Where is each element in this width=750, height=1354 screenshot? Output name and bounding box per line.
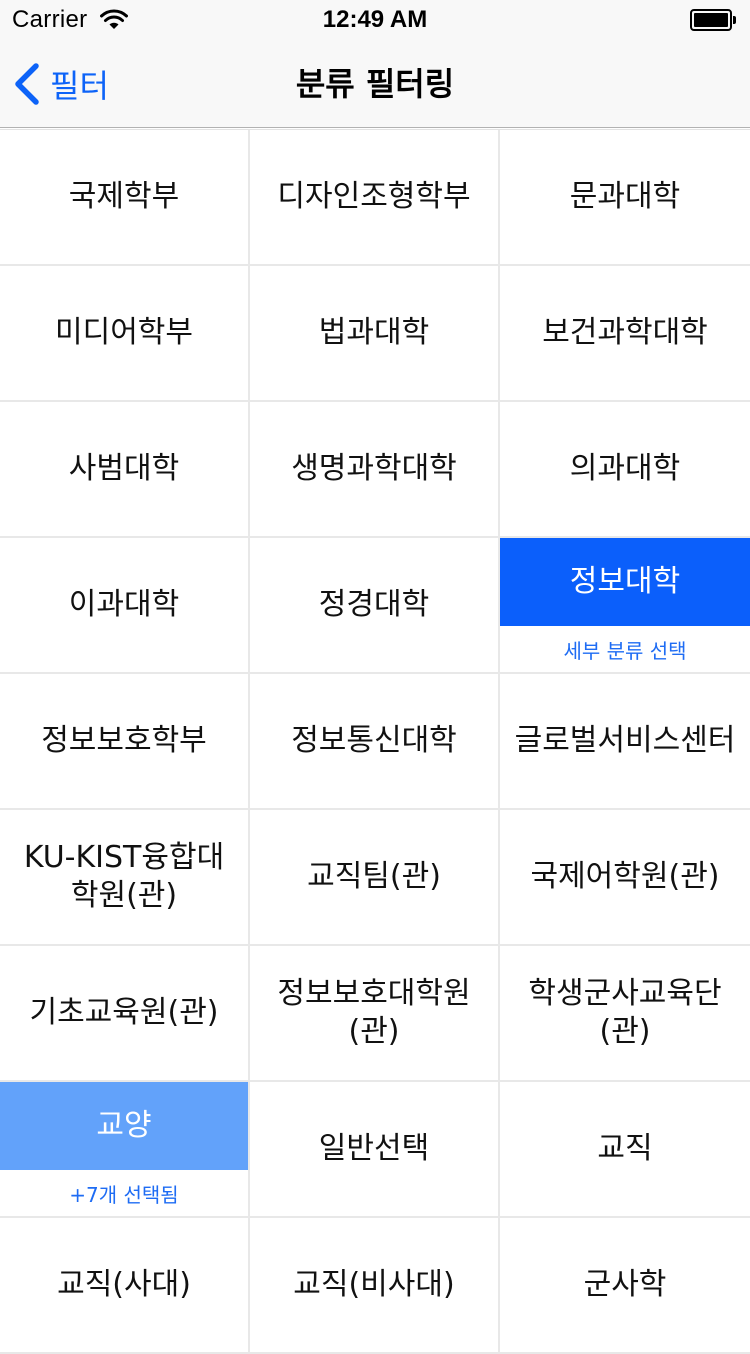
category-label: 일반선택 xyxy=(318,1131,430,1166)
category-label: 교직팀(관) xyxy=(307,859,441,894)
category-label: 의과대학 xyxy=(569,451,681,486)
category-label: KU-KIST융합대학원(관) xyxy=(23,840,225,913)
category-cell[interactable]: 미디어학부 xyxy=(0,266,250,402)
category-cell[interactable]: 학생군사교육단(관) xyxy=(500,946,750,1082)
category-label: 국제학부 xyxy=(68,179,180,214)
category-label: 디자인조형학부 xyxy=(277,179,471,214)
category-sub-label[interactable]: +7개 선택됨 xyxy=(0,1170,248,1216)
category-label: 미디어학부 xyxy=(55,315,193,350)
category-label: 국제어학원(관) xyxy=(530,859,720,894)
category-label: 사범대학 xyxy=(68,451,180,486)
category-label: 이과대학 xyxy=(68,587,180,622)
category-cell[interactable]: 의과대학 xyxy=(500,402,750,538)
category-label: 교직(사대) xyxy=(57,1267,191,1302)
category-grid: 국제학부 디자인조형학부 문과대학미디어학부 법과대학 보건과학대학사범대학 생명과학대학… xyxy=(0,129,750,1354)
status-bar: Carrier 12:49 AM xyxy=(0,0,750,40)
category-label: 생명과학대학 xyxy=(291,451,457,486)
category-cell[interactable]: KU-KIST융합대학원(관) xyxy=(0,810,250,946)
category-cell[interactable]: 일반선택 xyxy=(250,1082,500,1218)
category-label: 정경대학 xyxy=(318,587,430,622)
status-time: 12:49 AM xyxy=(322,6,428,33)
category-label: 보건과학대학 xyxy=(542,315,708,350)
category-label: 교양 xyxy=(0,1082,248,1170)
category-sub-label[interactable]: 세부 분류 선택 xyxy=(500,626,750,672)
category-label: 법과대학 xyxy=(318,315,430,350)
category-cell[interactable]: 정보대학 세부 분류 선택 xyxy=(500,538,750,674)
category-cell[interactable]: 국제학부 xyxy=(0,130,250,266)
category-label: 정보대학 xyxy=(500,538,750,626)
category-cell[interactable]: 디자인조형학부 xyxy=(250,130,500,266)
category-cell[interactable]: 기초교육원(관) xyxy=(0,946,250,1082)
category-cell[interactable]: 정보보호학부 xyxy=(0,674,250,810)
category-cell[interactable]: 법과대학 xyxy=(250,266,500,402)
category-cell[interactable]: 교양 +7개 선택됨 xyxy=(0,1082,250,1218)
category-label: 정보보호학부 xyxy=(41,723,207,758)
page-title: 분류 필터링 xyxy=(295,65,455,103)
category-cell[interactable]: 정보보호대학원(관) xyxy=(250,946,500,1082)
category-label: 교직(비사대) xyxy=(293,1267,455,1302)
category-cell[interactable]: 이과대학 xyxy=(0,538,250,674)
category-cell[interactable]: 교직팀(관) xyxy=(250,810,500,946)
battery-icon xyxy=(690,9,736,31)
category-label: 군사학 xyxy=(583,1267,667,1302)
category-cell[interactable]: 글로벌서비스센터 xyxy=(500,674,750,810)
category-cell[interactable]: 생명과학대학 xyxy=(250,402,500,538)
category-label: 기초교육원(관) xyxy=(29,995,219,1030)
category-label: 교직 xyxy=(597,1131,653,1166)
category-cell[interactable]: 교직 xyxy=(500,1082,750,1218)
category-cell[interactable]: 문과대학 xyxy=(500,130,750,266)
category-label: 정보통신대학 xyxy=(291,723,457,758)
category-cell[interactable]: 보건과학대학 xyxy=(500,266,750,402)
category-label: 학생군사교육단(관) xyxy=(528,976,722,1049)
category-cell[interactable]: 정경대학 xyxy=(250,538,500,674)
category-cell[interactable]: 정보통신대학 xyxy=(250,674,500,810)
navigation-bar: 필터 분류 필터링 xyxy=(0,40,750,128)
category-label: 문과대학 xyxy=(569,179,681,214)
category-cell[interactable]: 국제어학원(관) xyxy=(500,810,750,946)
category-label: 글로벌서비스센터 xyxy=(514,723,736,758)
category-cell[interactable]: 사범대학 xyxy=(0,402,250,538)
category-label: 정보보호대학원(관) xyxy=(277,976,471,1049)
